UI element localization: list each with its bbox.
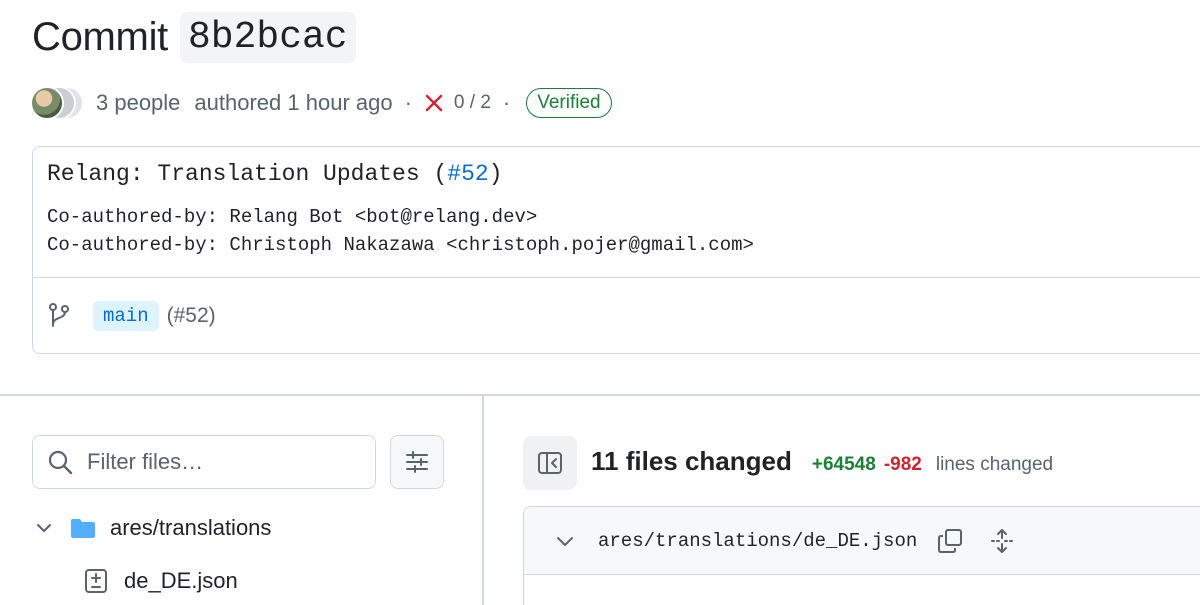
search-icon — [48, 450, 73, 475]
filter-options-button[interactable] — [390, 435, 444, 489]
section-divider — [0, 394, 1200, 396]
files-changed-count: 11 files changed — [591, 446, 792, 476]
verified-badge[interactable]: Verified — [526, 88, 612, 118]
expand-icon[interactable] — [989, 528, 1015, 554]
commit-title: Relang: Translation Updates (#52) — [47, 161, 1197, 187]
people-count-link[interactable]: 3 people — [96, 90, 180, 116]
tree-folder-label: ares/translations — [110, 515, 272, 540]
file-diff-icon — [85, 569, 107, 593]
commit-message: Relang: Translation Updates (#52) Co-aut… — [33, 147, 1200, 278]
branch-chip[interactable]: main — [93, 300, 159, 331]
tree-file-label: de_DE.json — [124, 568, 238, 593]
chevron-down-icon[interactable] — [554, 530, 576, 552]
commit-page: Commit 8b2bcac 3 people authored 1 hour … — [0, 0, 1200, 605]
pane-divider[interactable] — [482, 395, 484, 605]
commit-title-text: Relang: Translation Updates ( — [47, 161, 448, 187]
file-diff-header[interactable]: ares/translations/de_DE.json — [524, 507, 1200, 575]
avatar — [30, 86, 64, 120]
filter-placeholder: Filter files… — [87, 449, 204, 474]
toggle-file-tree-button[interactable] — [523, 436, 577, 490]
tree-folder[interactable]: ares/translations — [34, 510, 271, 546]
branch-row: main (#52) — [33, 278, 1200, 353]
page-title: Commit 8b2bcac — [32, 12, 356, 63]
author-avatars[interactable] — [30, 86, 86, 120]
fail-x-icon[interactable] — [424, 93, 444, 113]
commit-sha[interactable]: 8b2bcac — [179, 12, 356, 63]
file-path[interactable]: ares/translations/de_DE.json — [598, 530, 917, 552]
filter-files-input[interactable]: Filter files… — [32, 435, 376, 489]
title-word: Commit — [32, 15, 168, 59]
git-branch-icon — [49, 302, 69, 327]
checks-status[interactable]: 0 / 2 — [454, 92, 491, 114]
commit-title-suffix: ) — [488, 161, 503, 187]
sidebar-collapse-icon — [538, 452, 562, 474]
deletions-count: -982 — [883, 454, 922, 475]
co-author-line: Co-authored-by: Relang Bot <bot@relang.d… — [47, 206, 538, 228]
authored-time: authored 1 hour ago — [194, 90, 393, 115]
lines-changed-label: lines changed — [935, 454, 1054, 475]
folder-icon — [71, 519, 95, 538]
additions-count: +64548 — [811, 454, 876, 475]
chevron-down-icon — [37, 524, 51, 532]
pr-link[interactable]: #52 — [447, 161, 488, 187]
tree-file[interactable]: de_DE.json — [84, 563, 238, 599]
copy-icon[interactable] — [937, 528, 963, 554]
commit-message-box: Relang: Translation Updates (#52) Co-aut… — [32, 146, 1200, 354]
co-author-line: Co-authored-by: Christoph Nakazawa <chri… — [47, 234, 754, 256]
commit-body: Co-authored-by: Relang Bot <bot@relang.d… — [47, 203, 1197, 259]
commit-meta: 3 people authored 1 hour ago · 0 / 2 · V… — [30, 86, 612, 120]
branch-pr[interactable]: (#52) — [167, 304, 216, 328]
separator-dot: · — [404, 90, 412, 115]
separator-dot: · — [502, 90, 511, 115]
filter-settings-icon — [406, 451, 428, 473]
file-diff-card: ares/translations/de_DE.json — [523, 506, 1200, 605]
diff-summary: 11 files changed +64548 -982 lines chang… — [591, 446, 1053, 477]
